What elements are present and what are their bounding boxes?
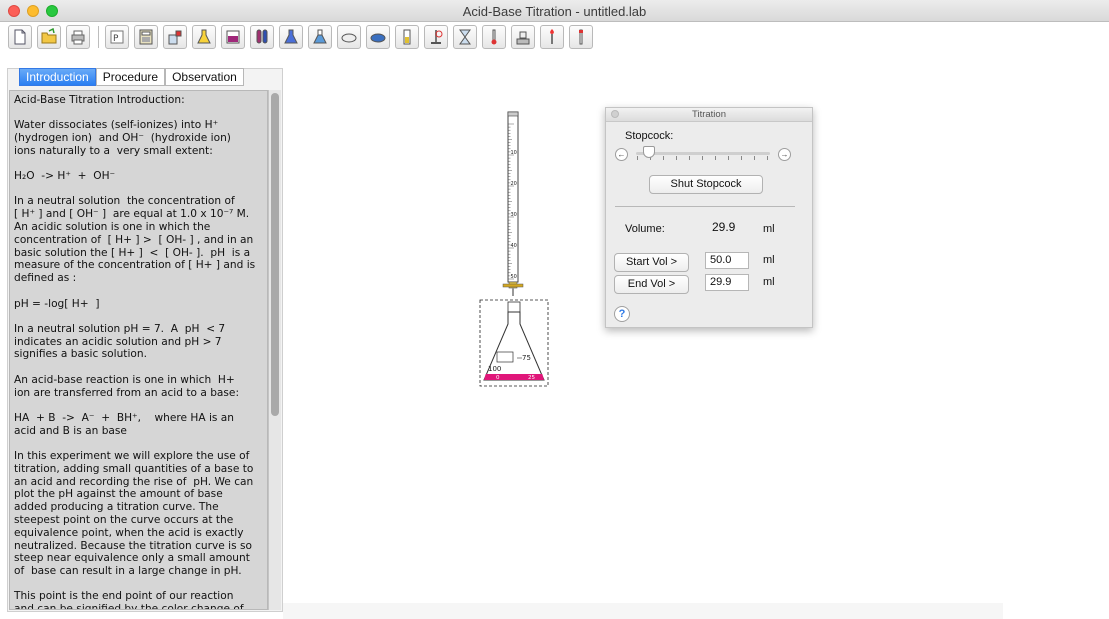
flask-liquid xyxy=(484,374,544,380)
app-window: Acid-Base Titration - untitled.lab P Int… xyxy=(0,0,1109,619)
intro-paragraph: H₂O -> H⁺ + OH⁻ xyxy=(14,170,116,183)
toolbar-separator xyxy=(98,26,99,48)
burette-tick-label: 10 xyxy=(511,150,517,156)
panel-divider xyxy=(615,206,795,207)
start-vol-field[interactable]: 50.0 xyxy=(705,252,749,269)
burette-tick-label: 50 xyxy=(511,274,517,280)
intro-paragraph: In this experiment we will explore the u… xyxy=(14,449,254,578)
title-bar: Acid-Base Titration - untitled.lab xyxy=(0,0,1109,22)
intro-paragraph: Acid-Base Titration Introduction: xyxy=(14,94,185,106)
erlenmeyer-flask[interactable]: 75 100 0 25 xyxy=(479,299,549,387)
round-flask-icon[interactable] xyxy=(308,25,332,49)
stopcock-left-arrow-button[interactable]: ← xyxy=(615,148,628,161)
pipette-icon[interactable] xyxy=(569,25,593,49)
thermometer-icon[interactable] xyxy=(482,25,506,49)
petri-dish-icon[interactable] xyxy=(366,25,390,49)
panel-title: Titration xyxy=(692,109,726,120)
stopcock-right-arrow-button[interactable]: → xyxy=(778,148,791,161)
flask-tick-label: 75 xyxy=(522,354,531,362)
volume-label: Volume: xyxy=(625,223,665,235)
test-tubes-icon[interactable] xyxy=(250,25,274,49)
tab-bar: Introduction Procedure Observation xyxy=(19,68,244,86)
hourglass-icon[interactable] xyxy=(453,25,477,49)
open-folder-icon[interactable] xyxy=(37,25,61,49)
scrollbar-thumb[interactable] xyxy=(271,93,279,416)
ring-stand-icon[interactable] xyxy=(424,25,448,49)
new-document-icon[interactable] xyxy=(8,25,32,49)
end-vol-field[interactable]: 29.9 xyxy=(705,274,749,291)
stopcock-slider-thumb[interactable] xyxy=(643,146,655,158)
start-vol-button[interactable]: Start Vol > xyxy=(614,253,689,272)
svg-text:P: P xyxy=(113,34,119,44)
flask-liquid-label: 0 xyxy=(496,375,500,381)
shut-stopcock-button[interactable]: Shut Stopcock xyxy=(649,175,763,194)
burette[interactable]: 10 20 30 40 50 xyxy=(502,111,524,296)
burette-tick-label: 30 xyxy=(511,212,517,218)
balance-icon[interactable] xyxy=(511,25,535,49)
introduction-text-area[interactable]: Acid-Base Titration Introduction: Water … xyxy=(9,90,268,610)
burner-icon[interactable] xyxy=(540,25,564,49)
canvas-bottom-edge xyxy=(283,603,1003,619)
tab-procedure[interactable]: Procedure xyxy=(95,68,166,86)
burette-tick-label: 40 xyxy=(511,243,517,249)
erlenmeyer-flask-icon[interactable] xyxy=(279,25,303,49)
intro-paragraph: pH = -log[ H+ ] xyxy=(14,297,100,310)
toolbar: P xyxy=(0,22,1109,52)
flask-yellow-icon[interactable] xyxy=(192,25,216,49)
intro-paragraph: An acid-base reaction is one in which H+… xyxy=(14,373,240,399)
panel-title-bar: Titration xyxy=(606,108,812,122)
cylinder-icon[interactable] xyxy=(395,25,419,49)
flask-tick-label: 100 xyxy=(488,365,501,373)
help-button[interactable]: ? xyxy=(614,306,630,322)
intro-paragraph: HA + B -> A⁻ + BH⁺, where HA is an acid … xyxy=(14,411,234,437)
titration-panel: Titration Stopcock: ← → Shut Stopcock Vo… xyxy=(605,107,813,328)
beaker-purple-icon[interactable] xyxy=(221,25,245,49)
titration-apparatus[interactable]: 10 20 30 40 50 75 100 0 25 xyxy=(470,100,570,400)
text-scrollbar[interactable] xyxy=(268,90,281,610)
print-icon[interactable] xyxy=(66,25,90,49)
intro-paragraph: This point is the end point of our react… xyxy=(14,590,244,610)
flask-liquid-label: 25 xyxy=(528,375,535,381)
window-title: Acid-Base Titration - untitled.lab xyxy=(462,4,647,19)
end-vol-unit: ml xyxy=(763,276,775,288)
tab-introduction[interactable]: Introduction xyxy=(19,68,96,86)
stopcock-slider-ticks xyxy=(637,156,769,160)
start-vol-unit: ml xyxy=(763,254,775,266)
stopcock-label: Stopcock: xyxy=(625,130,674,142)
end-vol-button[interactable]: End Vol > xyxy=(614,275,689,294)
volume-unit: ml xyxy=(763,223,775,235)
intro-paragraph: In a neutral solution the concentration … xyxy=(14,195,256,285)
reagent-bottle-icon[interactable] xyxy=(163,25,187,49)
indicator-rack-icon[interactable]: P xyxy=(105,25,129,49)
flask-label xyxy=(496,351,514,363)
intro-paragraph: In a neutral solution pH = 7. A pH < 7 i… xyxy=(14,322,226,361)
calculator-icon[interactable] xyxy=(134,25,158,49)
intro-paragraph: Water dissociates (self-ionizes) into H⁺… xyxy=(14,119,231,157)
tab-observation[interactable]: Observation xyxy=(165,68,244,86)
stopcock-slider-track[interactable] xyxy=(636,152,770,155)
burette-tick-label: 20 xyxy=(511,181,517,187)
evaporating-dish-icon[interactable] xyxy=(337,25,361,49)
volume-value: 29.9 xyxy=(712,220,736,234)
